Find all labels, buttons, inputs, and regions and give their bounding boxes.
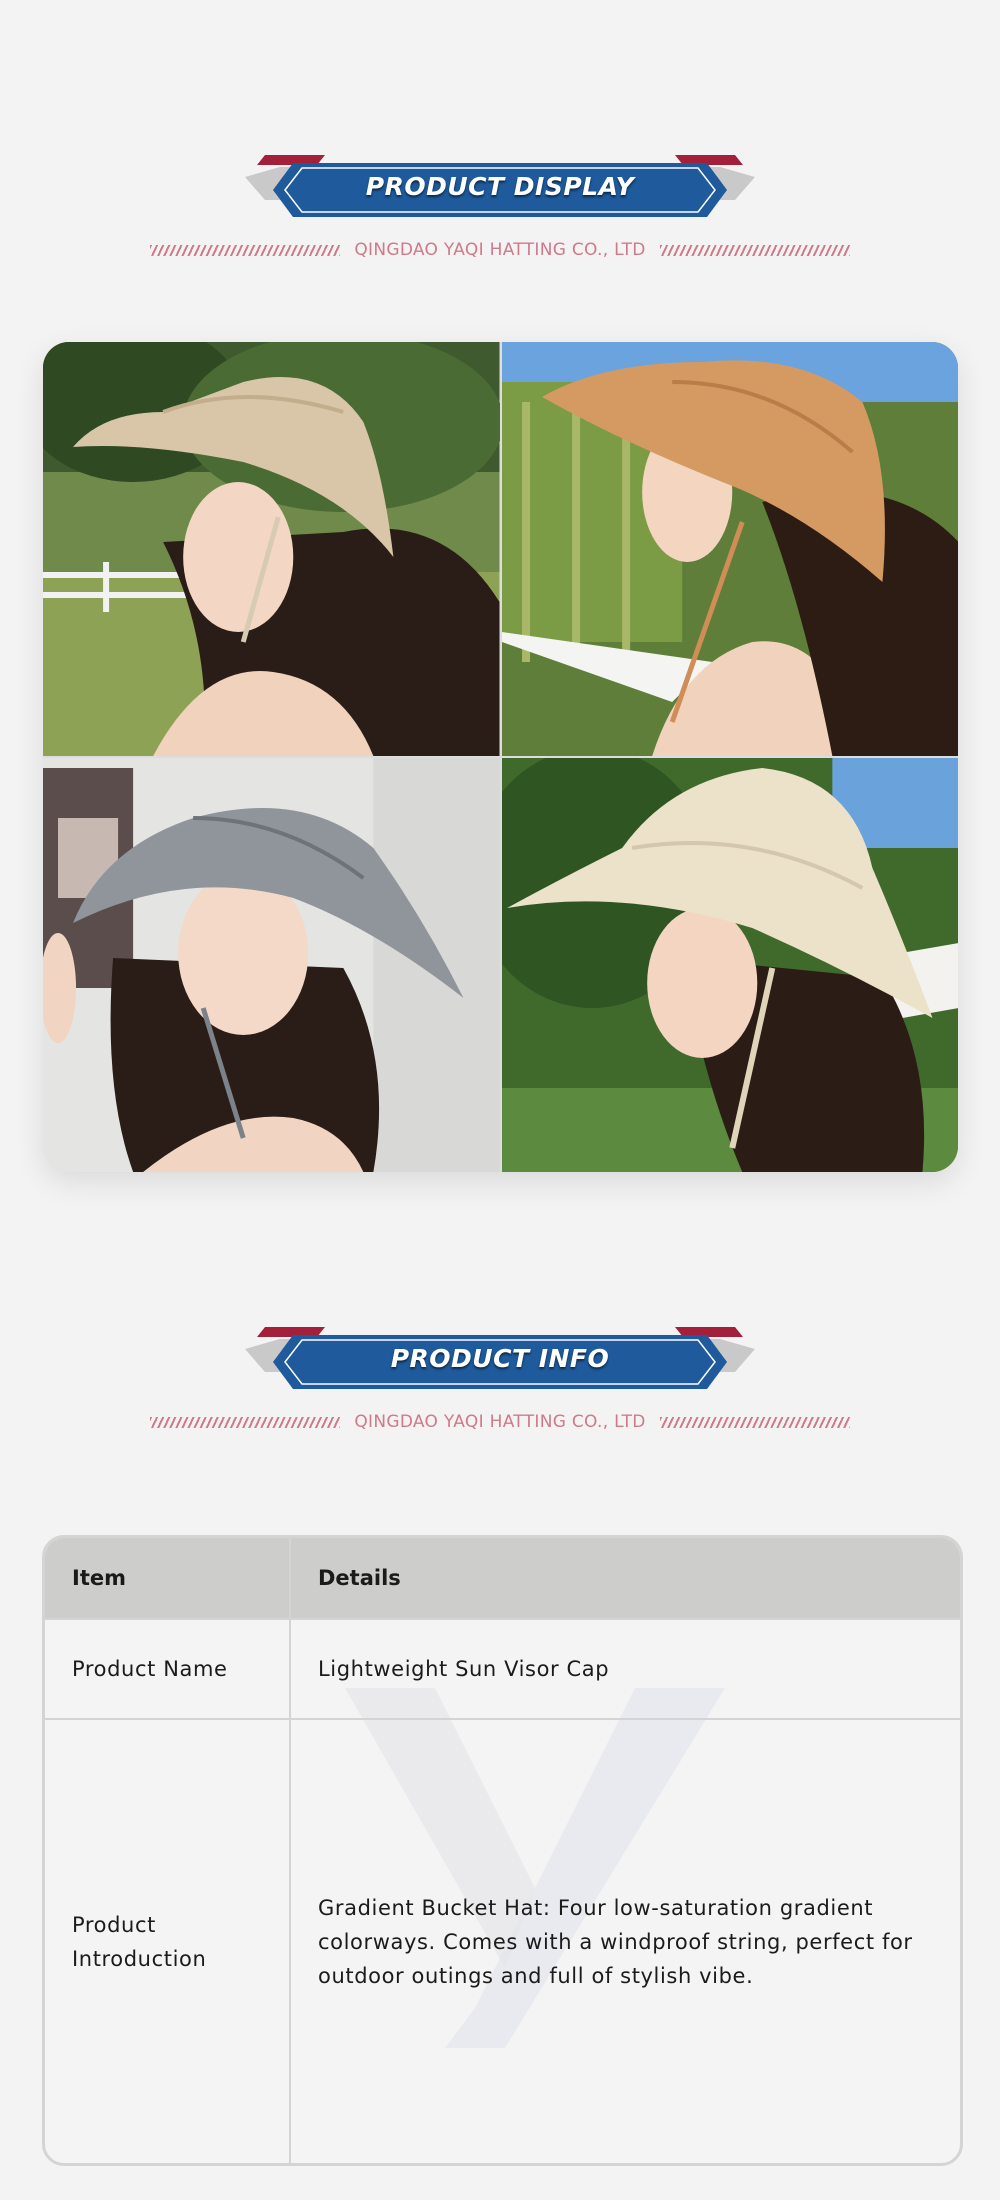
product-photo-cream-hat bbox=[501, 758, 958, 1172]
subtitle-row: QINGDAO YAQI HATTING CO., LTD bbox=[140, 235, 860, 265]
header-item: Item bbox=[45, 1538, 291, 1620]
product-photo-grey-hat bbox=[43, 758, 500, 1172]
title-banner: PRODUCT DISPLAY bbox=[245, 155, 755, 225]
hatch-decoration bbox=[150, 1416, 341, 1428]
subtitle-row: QINGDAO YAQI HATTING CO., LTD bbox=[140, 1407, 860, 1437]
table-header-row: Item Details bbox=[45, 1538, 960, 1620]
title-banner: PRODUCT INFO bbox=[245, 1327, 755, 1397]
table-row: Product Introduction Gradient Bucket Hat… bbox=[45, 1719, 960, 2163]
section-header-product-info: PRODUCT INFO QINGDAO YAQI HATTING CO., L… bbox=[0, 1327, 1000, 1437]
row-details-value: Gradient Bucket Hat: Four low-saturation… bbox=[318, 1895, 913, 1988]
info-table: Item Details Product Name Lightweight Su… bbox=[45, 1538, 960, 2163]
section-title: PRODUCT INFO bbox=[390, 1344, 610, 1373]
product-photo-beige-hat bbox=[43, 342, 500, 756]
row-item-label: Product Name bbox=[45, 1619, 291, 1720]
section-title: PRODUCT DISPLAY bbox=[365, 172, 635, 201]
hatch-decoration bbox=[150, 244, 341, 256]
hatch-decoration bbox=[659, 244, 850, 256]
product-photo-orange-hat bbox=[501, 342, 958, 756]
section-header-product-display: PRODUCT DISPLAY QINGDAO YAQI HATTING CO.… bbox=[0, 155, 1000, 265]
row-details-value: Lightweight Sun Visor Cap bbox=[290, 1619, 960, 1720]
row-item-label: Product Introduction bbox=[45, 1719, 291, 2163]
company-subtitle: QINGDAO YAQI HATTING CO., LTD bbox=[354, 1412, 646, 1432]
hatch-decoration bbox=[659, 1416, 850, 1428]
product-photo-gallery bbox=[43, 342, 958, 1172]
company-subtitle: QINGDAO YAQI HATTING CO., LTD bbox=[354, 240, 646, 260]
table-row: Product Name Lightweight Sun Visor Cap bbox=[45, 1619, 960, 1720]
product-info-table: Item Details Product Name Lightweight Su… bbox=[42, 1535, 963, 2166]
header-details: Details bbox=[290, 1538, 960, 1620]
